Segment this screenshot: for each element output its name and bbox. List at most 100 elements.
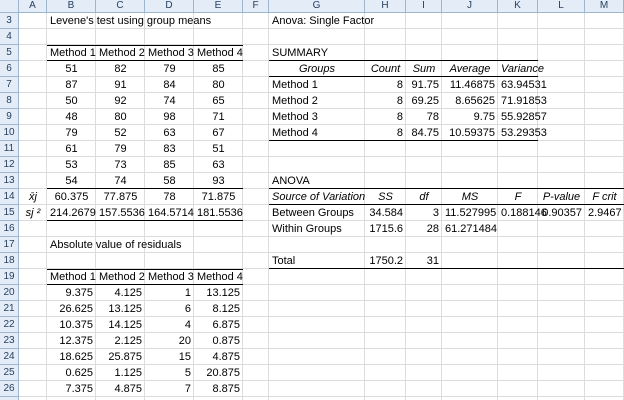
- levene-value[interactable]: 52: [96, 125, 145, 141]
- summary-value[interactable]: 84.75: [406, 125, 442, 141]
- summary-value[interactable]: 8: [365, 77, 406, 93]
- spreadsheet-grid[interactable]: A B C D E F G H I J K L M 3 4 5 6 7 8 9 10 11 12 13 14 15 16 17 18 19…: [0, 0, 624, 400]
- residuals-title[interactable]: Absolute value of residuals: [47, 237, 243, 253]
- row-header-9[interactable]: 9: [0, 109, 19, 125]
- row-header-16[interactable]: 16: [0, 221, 19, 237]
- levene-value[interactable]: 79: [145, 61, 194, 77]
- select-all-corner[interactable]: [0, 0, 19, 13]
- levene-value[interactable]: 85: [145, 157, 194, 173]
- levene-header-4[interactable]: Method 4: [194, 45, 243, 61]
- summary-value[interactable]: 11.46875: [442, 77, 498, 93]
- residual-value[interactable]: 5: [145, 365, 194, 381]
- residual-value[interactable]: 6: [145, 301, 194, 317]
- anova-value[interactable]: 1750.2: [365, 253, 406, 269]
- levene-value[interactable]: 74: [96, 173, 145, 189]
- summary-value[interactable]: 71.91853: [498, 93, 547, 109]
- summary-value[interactable]: 53.29353: [498, 125, 547, 141]
- column-header-a[interactable]: A: [19, 0, 47, 13]
- summary-header[interactable]: Sum: [406, 61, 442, 77]
- summary-value[interactable]: 8: [365, 109, 406, 125]
- variance-label[interactable]: sj ²: [19, 205, 47, 221]
- column-header-d[interactable]: D: [145, 0, 194, 13]
- residual-value[interactable]: 13.125: [194, 285, 243, 301]
- anova-value[interactable]: 28: [406, 221, 442, 237]
- row-header-6[interactable]: 6: [0, 61, 19, 77]
- levene-value[interactable]: 82: [96, 61, 145, 77]
- residual-value[interactable]: 14.125: [96, 317, 145, 333]
- column-header-g[interactable]: G: [269, 0, 365, 13]
- row-header-23[interactable]: 23: [0, 333, 19, 349]
- residual-value[interactable]: 26.625: [47, 301, 96, 317]
- group-variance[interactable]: 181.5536: [194, 205, 243, 221]
- residual-value[interactable]: 25.875: [96, 349, 145, 365]
- levene-header-3[interactable]: Method 3: [145, 45, 194, 61]
- mean-label[interactable]: x̄j: [19, 189, 47, 205]
- anova-row-label[interactable]: Within Groups: [269, 221, 365, 237]
- residual-value[interactable]: 2.125: [96, 333, 145, 349]
- levene-value[interactable]: 71: [194, 109, 243, 125]
- residual-value[interactable]: 4: [145, 317, 194, 333]
- levene-value[interactable]: 63: [145, 125, 194, 141]
- residual-value[interactable]: 6.875: [194, 317, 243, 333]
- residual-value[interactable]: 4.125: [96, 285, 145, 301]
- levene-value[interactable]: 51: [194, 141, 243, 157]
- residual-value[interactable]: 4.875: [96, 381, 145, 397]
- row-header-3[interactable]: 3: [0, 13, 19, 29]
- anova-header[interactable]: F: [498, 189, 538, 205]
- column-header-f[interactable]: F: [243, 0, 269, 13]
- residual-value[interactable]: 20: [145, 333, 194, 349]
- levene-value[interactable]: 51: [47, 61, 96, 77]
- levene-value[interactable]: 79: [96, 141, 145, 157]
- anova-value[interactable]: 0.188146: [498, 205, 547, 221]
- row-header-4[interactable]: 4: [0, 29, 19, 45]
- levene-value[interactable]: 80: [96, 109, 145, 125]
- summary-header[interactable]: Average: [442, 61, 498, 77]
- row-header-7[interactable]: 7: [0, 77, 19, 93]
- levene-value[interactable]: 53: [47, 157, 96, 173]
- row-header-24[interactable]: 24: [0, 349, 19, 365]
- residual-value[interactable]: 18.625: [47, 349, 96, 365]
- levene-value[interactable]: 58: [145, 173, 194, 189]
- residual-value[interactable]: 7: [145, 381, 194, 397]
- row-header-17[interactable]: 17: [0, 237, 19, 253]
- levene-value[interactable]: 67: [194, 125, 243, 141]
- column-header-h[interactable]: H: [365, 0, 406, 13]
- column-header-c[interactable]: C: [96, 0, 145, 13]
- levene-value[interactable]: 79: [47, 125, 96, 141]
- levene-value[interactable]: 98: [145, 109, 194, 125]
- anova-row-label[interactable]: Between Groups: [269, 205, 365, 221]
- row-header-8[interactable]: 8: [0, 93, 19, 109]
- residual-value[interactable]: 0.625: [47, 365, 96, 381]
- levene-value[interactable]: 91: [96, 77, 145, 93]
- levene-value[interactable]: 54: [47, 173, 96, 189]
- group-mean[interactable]: 77.875: [96, 189, 145, 205]
- levene-header-1[interactable]: Method 1: [47, 45, 96, 61]
- anova-value[interactable]: 2.9467: [585, 205, 624, 221]
- residual-value[interactable]: 20.875: [194, 365, 243, 381]
- row-header-15[interactable]: 15: [0, 205, 19, 221]
- summary-value[interactable]: 8: [365, 125, 406, 141]
- column-header-l[interactable]: L: [538, 0, 585, 13]
- levene-title[interactable]: Levene's test using group means: [47, 13, 243, 29]
- summary-value[interactable]: 91.75: [406, 77, 442, 93]
- row-header-18[interactable]: 18: [0, 253, 19, 269]
- summary-label[interactable]: SUMMARY: [269, 45, 365, 61]
- row-header-10[interactable]: 10: [0, 125, 19, 141]
- levene-value[interactable]: 84: [145, 77, 194, 93]
- row-header-13[interactable]: 13: [0, 173, 19, 189]
- summary-value[interactable]: 78: [406, 109, 442, 125]
- summary-value[interactable]: 69.25: [406, 93, 442, 109]
- levene-value[interactable]: 74: [145, 93, 194, 109]
- levene-value[interactable]: 63: [194, 157, 243, 173]
- anova-value[interactable]: 11.527995: [442, 205, 498, 221]
- residuals-header-2[interactable]: Method 2: [96, 269, 145, 285]
- row-header-25[interactable]: 25: [0, 365, 19, 381]
- anova-value[interactable]: 31: [406, 253, 442, 269]
- levene-value[interactable]: 93: [194, 173, 243, 189]
- levene-value[interactable]: 83: [145, 141, 194, 157]
- anova-header[interactable]: Source of Variation: [269, 189, 365, 205]
- residuals-header-1[interactable]: Method 1: [47, 269, 96, 285]
- summary-group[interactable]: Method 3: [269, 109, 365, 125]
- anova-value[interactable]: 0.90357: [538, 205, 585, 221]
- row-header-26[interactable]: 26: [0, 381, 19, 397]
